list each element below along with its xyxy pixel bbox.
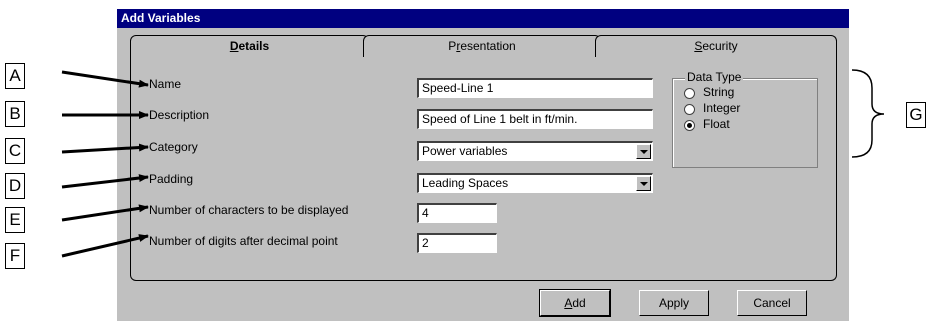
- arrow-e: [61, 204, 149, 222]
- arrow-a: [61, 70, 149, 88]
- arrow-d: [61, 174, 149, 189]
- arrow-c: [61, 143, 149, 154]
- arrow-f: [61, 234, 149, 258]
- callout-arrows: [61, 69, 885, 258]
- brace-g: [851, 69, 885, 158]
